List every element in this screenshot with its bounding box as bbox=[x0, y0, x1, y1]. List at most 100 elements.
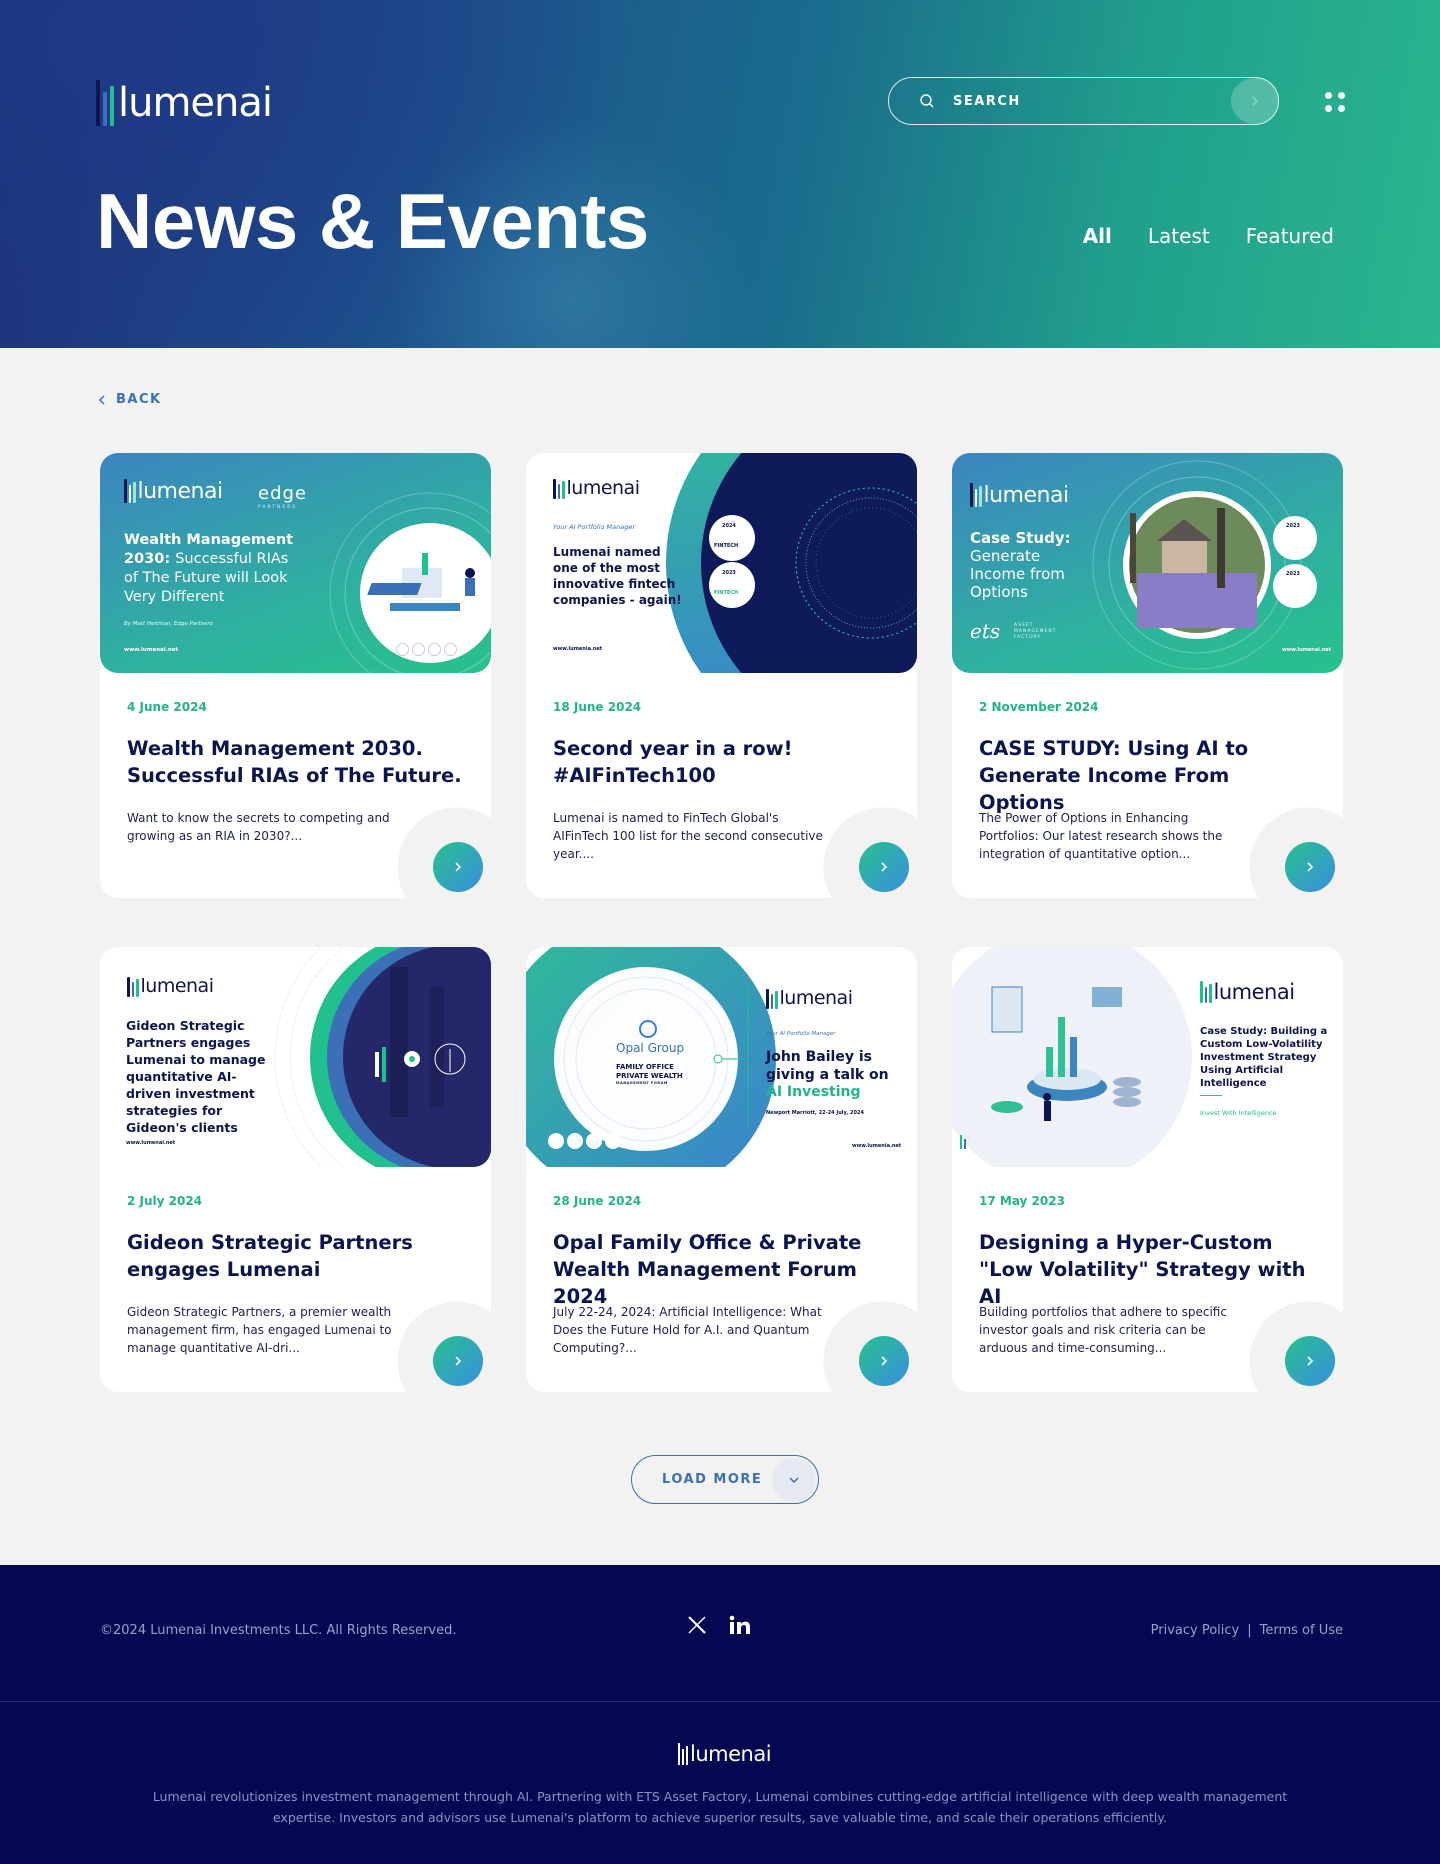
menu-dots-icon[interactable] bbox=[1325, 92, 1345, 112]
forum-line-2: PRIVATE WEALTH bbox=[616, 1072, 683, 1080]
read-more-button[interactable] bbox=[859, 1336, 909, 1386]
thumb-url: www.lumenia.net bbox=[553, 646, 603, 652]
partner-logo: ets bbox=[970, 619, 1001, 643]
forum-line-3: MANAGEMENT FORUM bbox=[616, 1081, 668, 1085]
card-excerpt: The Power of Options in Enhancing Portfo… bbox=[979, 811, 1223, 861]
terms-of-use-link[interactable]: Terms of Use bbox=[1260, 1623, 1343, 1638]
logo-wordmark: lumenai bbox=[118, 80, 273, 126]
card-title[interactable]: Designing a Hyper-Custom "Low Volatility… bbox=[979, 1229, 1319, 1310]
divider bbox=[1200, 1095, 1222, 1096]
partner-logo: edge bbox=[258, 483, 307, 504]
read-more-button[interactable] bbox=[1285, 842, 1335, 892]
chevron-right-icon bbox=[455, 862, 462, 872]
logo-bars-icon bbox=[96, 80, 114, 126]
logo-wordmark: lumenai bbox=[690, 1742, 772, 1766]
thumb-tagline: Invest With Intelligence bbox=[1200, 1109, 1277, 1117]
search-submit-button[interactable] bbox=[1231, 78, 1279, 124]
back-link[interactable]: BACK bbox=[98, 392, 162, 407]
load-more-label[interactable]: LOAD MORE bbox=[662, 1472, 772, 1487]
partner-sub: PARTNERS bbox=[258, 505, 298, 510]
chevron-right-icon bbox=[881, 1356, 888, 1366]
thumb-byline: By Matt Heitman, Edge Partners bbox=[124, 621, 213, 627]
card-date: 18 June 2024 bbox=[553, 700, 642, 714]
news-card[interactable]: lumenai edge PARTNERS Wealth Management … bbox=[100, 453, 491, 898]
card-thumbnail[interactable]: lumenai Gideon Strategic Partners engage… bbox=[100, 947, 491, 1167]
tab-featured[interactable]: Featured bbox=[1246, 224, 1334, 248]
card-excerpt: July 22-24, 2024: Artificial Intelligenc… bbox=[553, 1305, 822, 1355]
footer-logo[interactable]: lumenai bbox=[678, 1742, 772, 1766]
filter-tabs: All Latest Featured bbox=[1083, 224, 1334, 248]
award-badges bbox=[396, 643, 457, 656]
thumb-url: www.lumenai.net bbox=[126, 1140, 176, 1146]
badge-year-bottom: 2023 bbox=[722, 570, 736, 576]
card-date: 28 June 2024 bbox=[553, 1194, 642, 1208]
card-thumbnail[interactable]: 2024 FINTECH 2023 FINTECH lumenai Your A… bbox=[526, 453, 917, 673]
x-twitter-icon[interactable] bbox=[687, 1615, 707, 1635]
read-more-button[interactable] bbox=[433, 842, 483, 892]
badge-label-bottom: FINTECH bbox=[714, 590, 739, 596]
card-thumbnail[interactable]: Opal Group FAMILY OFFICE PRIVATE WEALTH … bbox=[526, 947, 917, 1167]
card-date: 17 May 2023 bbox=[979, 1194, 1065, 1208]
footer-divider bbox=[0, 1701, 1440, 1702]
badge-year-top: 2024 bbox=[722, 523, 736, 529]
logo-bars-icon bbox=[678, 1743, 688, 1765]
lumenai-logo[interactable]: lumenai bbox=[96, 80, 273, 126]
read-more-button[interactable] bbox=[433, 1336, 483, 1386]
opal-logo: Opal Group bbox=[616, 1041, 685, 1055]
news-card[interactable]: Opal Group FAMILY OFFICE PRIVATE WEALTH … bbox=[526, 947, 917, 1392]
thumb-url: www.lumenia.net bbox=[852, 1143, 902, 1149]
partner-sub: ASSET MANAGEMENT FACTORY bbox=[1014, 623, 1057, 640]
privacy-policy-link[interactable]: Privacy Policy bbox=[1151, 1623, 1240, 1638]
chevron-left-icon bbox=[98, 394, 105, 405]
tab-all[interactable]: All bbox=[1083, 224, 1112, 248]
card-excerpt: Gideon Strategic Partners, a premier wea… bbox=[127, 1305, 392, 1355]
load-more-button[interactable]: LOAD MORE bbox=[631, 1455, 819, 1504]
news-card[interactable]: 2023 2023 lumenai Case Study: Generate In… bbox=[952, 453, 1343, 898]
thumb-url: www.lumenai.net bbox=[124, 647, 179, 653]
read-more-button[interactable] bbox=[1285, 1336, 1335, 1386]
badge-year-bottom: 2023 bbox=[1286, 571, 1300, 577]
link-separator: | bbox=[1247, 1623, 1252, 1638]
card-title[interactable]: Gideon Strategic Partners engages Lumena… bbox=[127, 1229, 467, 1283]
site-footer: ©2024 Lumenai Investments LLC. All Right… bbox=[0, 1565, 1440, 1864]
social-links bbox=[687, 1615, 751, 1635]
thumb-logo: lumenai bbox=[124, 479, 223, 503]
card-date: 4 June 2024 bbox=[127, 700, 207, 714]
linkedin-icon[interactable] bbox=[729, 1615, 751, 1635]
read-more-button[interactable] bbox=[859, 842, 909, 892]
chevron-right-icon bbox=[1307, 862, 1314, 872]
tab-latest[interactable]: Latest bbox=[1148, 224, 1210, 248]
card-title[interactable]: Wealth Management 2030. Successful RIAs … bbox=[127, 735, 467, 789]
forum-line-1: FAMILY OFFICE bbox=[616, 1063, 674, 1071]
card-title[interactable]: Opal Family Office & Private Wealth Mana… bbox=[553, 1229, 893, 1310]
thumb-logo: lumenai bbox=[766, 987, 853, 1009]
chevron-right-icon bbox=[1307, 1356, 1314, 1366]
card-title[interactable]: Second year in a row! #AIFinTech100 bbox=[553, 735, 893, 789]
back-label[interactable]: BACK bbox=[116, 392, 162, 407]
page-title: News & Events bbox=[96, 177, 649, 265]
thumb-url: www.lumenai.net bbox=[1282, 647, 1332, 653]
thumb-logo: lumenai bbox=[127, 975, 214, 997]
thumb-headline: Wealth Management 2030: Successful RIAs … bbox=[124, 532, 294, 605]
card-thumbnail[interactable]: lumenai Case Study: Building a Custom Lo… bbox=[952, 947, 1343, 1167]
thumb-headline: Case Study: Generate Income from Options bbox=[970, 529, 1071, 601]
search-label[interactable]: SEARCH bbox=[953, 94, 1231, 109]
card-thumbnail[interactable]: lumenai edge PARTNERS Wealth Management … bbox=[100, 453, 491, 673]
thumb-headline-2: AI Investing bbox=[766, 1084, 861, 1100]
card-excerpt: Building portfolios that adhere to speci… bbox=[979, 1305, 1227, 1355]
card-thumbnail[interactable]: 2023 2023 lumenai Case Study: Generate In… bbox=[952, 453, 1343, 673]
news-card[interactable]: lumenai Case Study: Building a Custom Lo… bbox=[952, 947, 1343, 1392]
search-bar[interactable]: SEARCH bbox=[888, 77, 1279, 125]
footer-description: Lumenai revolutionizes investment manage… bbox=[152, 1789, 1288, 1825]
chevron-right-icon bbox=[1252, 96, 1258, 106]
card-date: 2 November 2024 bbox=[979, 700, 1099, 714]
news-card[interactable]: lumenai Gideon Strategic Partners engage… bbox=[100, 947, 491, 1392]
badge-label-top: FINTECH bbox=[714, 543, 739, 549]
hero-banner: lumenai SEARCH News & Events All Latest … bbox=[0, 0, 1440, 348]
news-card[interactable]: 2024 FINTECH 2023 FINTECH lumenai Your A… bbox=[526, 453, 917, 898]
award-badges bbox=[548, 1133, 621, 1149]
thumb-headline: Gideon Strategic Partners engages Lumena… bbox=[126, 1018, 266, 1135]
card-date: 2 July 2024 bbox=[127, 1194, 203, 1208]
card-title[interactable]: CASE STUDY: Using AI to Generate Income … bbox=[979, 735, 1319, 816]
thumb-tagline: Your AI Portfolio Manager bbox=[553, 523, 636, 531]
